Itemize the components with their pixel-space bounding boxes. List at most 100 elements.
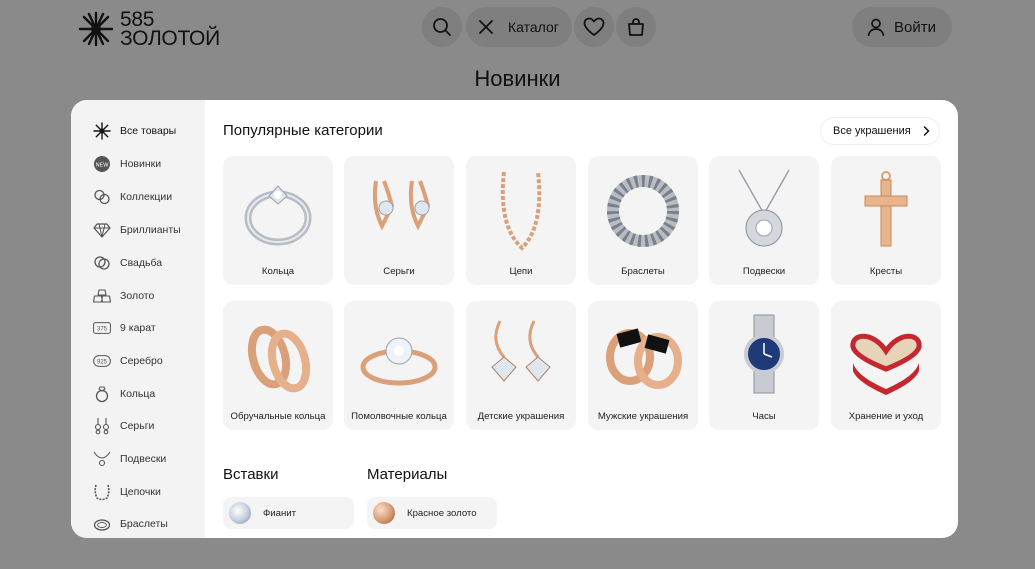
category-label: Часы — [752, 411, 776, 422]
material-label: Красное золото — [407, 507, 477, 519]
sidebar-item-label: 9 карат — [120, 322, 156, 334]
jewelry-box-image — [831, 301, 941, 407]
sidebar-item-label: Бриллианты — [120, 224, 181, 236]
sidebar-item-new[interactable]: NEW Новинки — [92, 154, 161, 174]
sidebar-item-all[interactable]: Все товары — [92, 121, 176, 141]
category-card-engagement-rings[interactable]: Помолвочные кольца — [344, 301, 454, 430]
sidebar-item-label: Все товары — [120, 125, 177, 137]
sidebar-item-label: Цепочки — [120, 486, 161, 498]
new-badge-icon: NEW — [92, 154, 112, 174]
category-label: Подвески — [742, 266, 786, 277]
insert-chip-cubic-zirconia[interactable]: Фианит — [223, 497, 354, 529]
category-label: Кольца — [261, 266, 295, 277]
cross-image — [831, 156, 941, 262]
category-label: Детские украшения — [477, 411, 565, 422]
search-button[interactable] — [422, 7, 462, 47]
ring-image — [223, 156, 333, 262]
mens-rings-image — [588, 301, 698, 407]
bracelet-image — [588, 156, 698, 262]
sidebar-item-rings[interactable]: Кольца — [92, 384, 155, 404]
pendant-image — [709, 156, 819, 262]
login-label: Войти — [894, 18, 936, 36]
insert-label: Фианит — [263, 507, 297, 519]
sidebar-item-label: Серебро — [120, 355, 163, 367]
category-card-pendants[interactable]: Подвески — [709, 156, 819, 285]
sidebar-item-wedding[interactable]: Свадьба — [92, 253, 162, 273]
sidebar-item-label: Новинки — [120, 158, 162, 170]
sparkle-icon — [92, 121, 112, 141]
search-icon — [433, 18, 451, 36]
sidebar-item-label: Браслеты — [120, 518, 168, 530]
sidebar-item-label: Кольца — [120, 388, 156, 400]
sidebar-item-label: Подвески — [120, 453, 167, 465]
login-button[interactable]: Войти — [852, 7, 952, 47]
sidebar-item-silver[interactable]: 925 Серебро — [92, 351, 163, 371]
sidebar-item-diamonds[interactable]: Бриллианты — [92, 220, 181, 240]
category-card-rings[interactable]: Кольца — [223, 156, 333, 285]
all-jewelry-button[interactable]: Все украшения — [821, 118, 939, 144]
sidebar-item-label: Серьги — [120, 420, 155, 432]
cart-button[interactable] — [616, 7, 656, 47]
material-chip-red-gold[interactable]: Красное золото — [367, 497, 497, 529]
user-icon — [867, 18, 885, 37]
svg-text:NEW: NEW — [96, 163, 110, 169]
category-card-earrings[interactable]: Серьги — [344, 156, 454, 285]
pendant-icon — [92, 449, 112, 469]
earrings-image — [344, 156, 454, 262]
logo-name: ЗОЛОТОЙ — [120, 27, 220, 50]
category-label: Хранение и уход — [848, 411, 924, 422]
svg-text:375: 375 — [97, 327, 108, 333]
category-card-crosses[interactable]: Кресты — [831, 156, 941, 285]
favorites-button[interactable] — [574, 7, 614, 47]
sidebar-item-bracelets[interactable]: Браслеты — [92, 514, 168, 534]
engagement-ring-image — [344, 301, 454, 407]
sidebar-item-gold[interactable]: Золото — [92, 286, 154, 306]
materials-title: Материалы — [367, 466, 448, 483]
logo[interactable]: 585 ЗОЛОТОЙ — [78, 9, 220, 50]
category-card-storage-care[interactable]: Хранение и уход — [831, 301, 941, 430]
sidebar-item-pendants[interactable]: Подвески — [92, 449, 166, 469]
sidebar-item-9-karat[interactable]: 375 9 карат — [92, 318, 156, 338]
gold-bars-icon — [92, 286, 112, 306]
logo-text: 585 ЗОЛОТОЙ — [120, 9, 220, 50]
wedding-rings-image — [223, 301, 333, 407]
category-label: Браслеты — [621, 266, 665, 277]
category-label: Кресты — [869, 266, 903, 277]
category-card-bracelets[interactable]: Браслеты — [588, 156, 698, 285]
category-label: Мужские украшения — [597, 411, 689, 422]
chain-image — [466, 156, 576, 262]
575-stamp-icon: 375 — [92, 318, 112, 338]
category-card-mens-jewelry[interactable]: Мужские украшения — [588, 301, 698, 430]
page-title: Новинки — [474, 66, 561, 91]
collections-icon — [92, 187, 112, 207]
svg-text:925: 925 — [97, 360, 108, 366]
sidebar-item-label: Золото — [120, 290, 155, 302]
catalog-main: Популярные категории Все украшения Кольц… — [223, 100, 958, 538]
category-label: Цепи — [509, 266, 533, 277]
diamond-icon — [92, 220, 112, 240]
sidebar-item-collections[interactable]: Коллекции — [92, 187, 172, 207]
category-card-wedding-rings[interactable]: Обручальные кольца — [223, 301, 333, 430]
gem-icon — [229, 502, 251, 524]
bag-icon — [628, 18, 644, 36]
catalog-panel: Все товары NEW Новинки Коллекции Бриллиа… — [71, 100, 958, 538]
chain-icon — [92, 482, 112, 502]
925-stamp-icon: 925 — [92, 351, 112, 371]
sidebar-item-chains[interactable]: Цепочки — [92, 482, 161, 502]
red-gold-swatch-icon — [373, 502, 395, 524]
watch-image — [709, 301, 819, 407]
category-card-kids-jewelry[interactable]: Детские украшения — [466, 301, 576, 430]
category-label: Обручальные кольца — [230, 411, 326, 422]
sidebar-item-earrings[interactable]: Серьги — [92, 416, 154, 436]
category-card-chains[interactable]: Цепи — [466, 156, 576, 285]
sidebar-item-label: Свадьба — [120, 257, 163, 269]
catalog-sidebar: Все товары NEW Новинки Коллекции Бриллиа… — [71, 100, 205, 538]
category-card-watches[interactable]: Часы — [709, 301, 819, 430]
catalog-button[interactable]: Каталог — [466, 7, 572, 47]
chevron-right-icon — [923, 126, 930, 136]
sidebar-item-label: Коллекции — [120, 191, 173, 203]
bracelet-icon — [92, 514, 112, 534]
popular-categories-title: Популярные категории — [223, 122, 383, 139]
heart-icon — [583, 17, 605, 36]
category-label: Серьги — [383, 266, 415, 277]
